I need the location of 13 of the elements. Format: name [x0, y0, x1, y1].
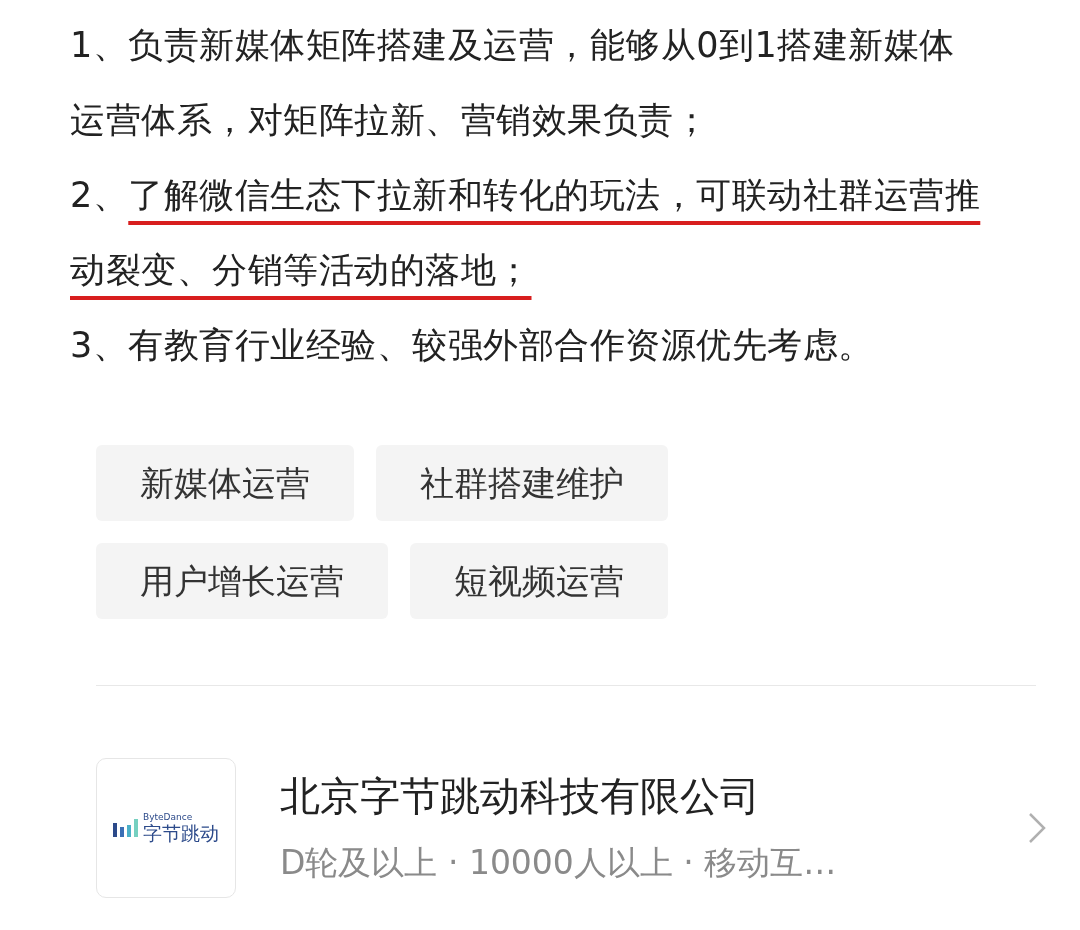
skill-tag: 用户增长运营 [96, 543, 388, 619]
company-details: D轮及以上 · 10000人以上 · 移动互… [280, 842, 838, 884]
logo-caption: ByteDance [143, 812, 193, 822]
skill-tag: 短视频运营 [410, 543, 668, 619]
requirement-text: 3、有教育行业经验、较强外部合作资源优先考虑。 [70, 324, 875, 367]
bars-icon [113, 817, 139, 839]
requirement-text: 2、了解微信生态下拉新和转化的玩法，可联动社群运营推动裂变、分销等活动的落地； [70, 174, 982, 292]
company-name: 北京字节跳动科技有限公司 [280, 772, 761, 821]
skill-tag: 新媒体运营 [96, 445, 354, 521]
requirement-text: 1、负责新媒体矩阵搭建及运营，能够从0到1搭建新媒体运营体系，对矩阵拉新、营销效果负责； [70, 24, 956, 142]
chevron-right-icon[interactable] [1028, 812, 1046, 844]
logo-name: 字节跳动 [143, 822, 219, 844]
skill-tag: 社群搭建维护 [376, 445, 668, 521]
